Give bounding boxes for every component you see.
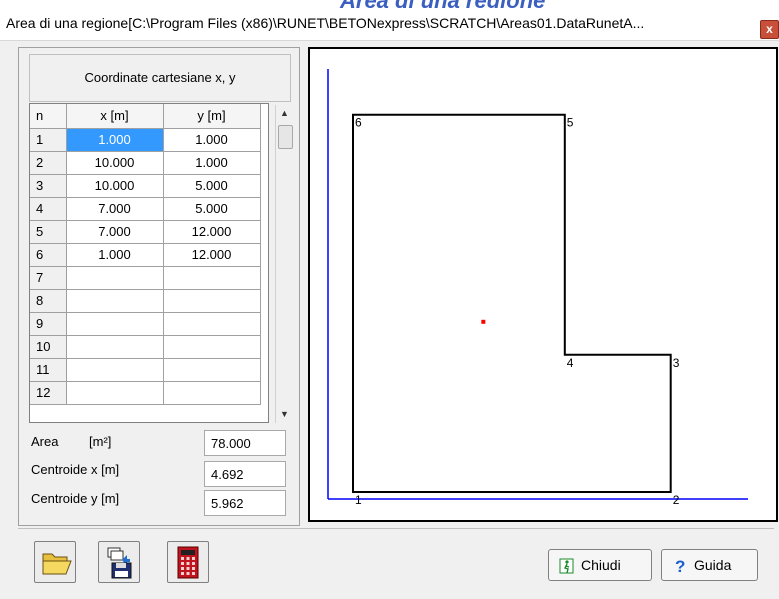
y-cell[interactable] — [163, 335, 261, 359]
title-bar: Area di una regione[C:\Program Files (x8… — [0, 8, 779, 41]
region-plot: 1 2 3 4 5 6 — [327, 69, 748, 507]
y-cell[interactable] — [163, 266, 261, 290]
table-row[interactable]: 11 — [30, 358, 261, 382]
x-cell[interactable]: 10.000 — [66, 151, 164, 175]
row-number-cell: 3 — [30, 174, 67, 198]
row-number-cell: 10 — [30, 335, 67, 359]
region-polygon — [352, 113, 672, 493]
table-row[interactable]: 6 1.000 12.000 — [30, 243, 261, 267]
table-row[interactable]: 8 — [30, 289, 261, 313]
column-header-n: n — [30, 104, 67, 129]
y-cell[interactable]: 1.000 — [163, 128, 261, 152]
folder-open-icon — [42, 553, 72, 575]
x-cell[interactable] — [66, 289, 164, 313]
help-button-label: Guida — [694, 557, 732, 573]
row-number-cell: 6 — [30, 243, 67, 267]
vertex-label: 6 — [355, 116, 362, 130]
x-cell[interactable] — [66, 381, 164, 405]
area-value-field: 78.000 — [204, 430, 286, 456]
save-file-button[interactable] — [98, 541, 140, 583]
vertex-label: 5 — [567, 116, 574, 130]
centroid-y-value-field: 5.962 — [204, 490, 286, 516]
table-row[interactable]: 1 1.000 1.000 — [30, 128, 261, 152]
bottom-toolbar: Chiudi ? Guida — [18, 528, 774, 591]
vertex-label: 3 — [673, 356, 680, 370]
table-row[interactable]: 4 7.000 5.000 — [30, 197, 261, 221]
x-cell[interactable]: 7.000 — [66, 220, 164, 244]
centroid-x-value-field: 4.692 — [204, 461, 286, 487]
y-cell[interactable] — [163, 381, 261, 405]
close-button-label: Chiudi — [581, 557, 621, 573]
exit-door-icon — [559, 558, 574, 574]
table-row[interactable]: 2 10.000 1.000 — [30, 151, 261, 175]
table-row[interactable]: 12 — [30, 381, 261, 405]
close-button[interactable]: Chiudi — [548, 549, 652, 581]
row-number-cell: 2 — [30, 151, 67, 175]
x-cell[interactable] — [66, 266, 164, 290]
open-file-button[interactable] — [34, 541, 76, 583]
y-cell[interactable] — [163, 289, 261, 313]
vertex-label: 4 — [567, 356, 574, 370]
close-window-button[interactable]: x — [760, 20, 779, 39]
table-row[interactable]: 7 — [30, 266, 261, 290]
centroid-marker — [481, 319, 486, 324]
x-cell[interactable]: 1.000 — [66, 243, 164, 267]
grid-header-row: n x [m] y [m] — [30, 104, 261, 129]
coordinates-grid[interactable]: n x [m] y [m] 1 1.000 1.000 2 10.000 1.000 3 10… — [29, 103, 269, 423]
table-row[interactable]: 3 10.000 5.000 — [30, 174, 261, 198]
vertex-label: 1 — [355, 493, 362, 507]
y-cell[interactable]: 12.000 — [163, 220, 261, 244]
scroll-thumb[interactable] — [278, 125, 293, 149]
calculator-icon — [177, 546, 199, 579]
save-disk-icon — [107, 547, 132, 579]
y-cell[interactable] — [163, 312, 261, 336]
column-header-y: y [m] — [163, 104, 261, 129]
centroid-y-label: Centroide y [m] — [31, 491, 120, 506]
svg-text:?: ? — [675, 558, 685, 574]
window-title: Area di una regione[C:\Program Files (x8… — [6, 15, 645, 31]
x-cell[interactable] — [66, 312, 164, 336]
y-cell[interactable]: 5.000 — [163, 197, 261, 221]
column-header-x: x [m] — [66, 104, 164, 129]
row-number-cell: 7 — [30, 266, 67, 290]
table-row[interactable]: 9 — [30, 312, 261, 336]
grid-vertical-scrollbar[interactable]: ▲ ▼ — [275, 105, 293, 423]
coordinates-header: Coordinate cartesiane x, y — [29, 54, 291, 102]
calculate-button[interactable] — [167, 541, 209, 583]
centroid-x-label: Centroide x [m] — [31, 462, 120, 477]
x-cell[interactable]: 10.000 — [66, 174, 164, 198]
area-label: Area — [31, 434, 59, 449]
vertex-label: 2 — [673, 493, 680, 507]
y-cell[interactable] — [163, 358, 261, 382]
background-window-title-strip: Area di una regione — [0, 0, 779, 8]
y-cell[interactable]: 12.000 — [163, 243, 261, 267]
table-row[interactable]: 5 7.000 12.000 — [30, 220, 261, 244]
help-question-icon: ? — [675, 558, 685, 574]
scroll-down-arrow-icon[interactable]: ▼ — [276, 406, 293, 423]
x-cell[interactable]: 1.000 — [66, 128, 164, 152]
row-number-cell: 8 — [30, 289, 67, 313]
x-cell[interactable] — [66, 358, 164, 382]
x-cell[interactable] — [66, 335, 164, 359]
y-cell[interactable]: 5.000 — [163, 174, 261, 198]
row-number-cell: 4 — [30, 197, 67, 221]
background-window-title: Area di una regione — [340, 0, 545, 8]
row-number-cell: 9 — [30, 312, 67, 336]
row-number-cell: 11 — [30, 358, 67, 382]
row-number-cell: 12 — [30, 381, 67, 405]
scroll-up-arrow-icon[interactable]: ▲ — [276, 105, 293, 122]
coordinates-panel: Coordinate cartesiane x, y n x [m] y [m]… — [18, 47, 300, 526]
y-cell[interactable]: 1.000 — [163, 151, 261, 175]
area-unit: [m²] — [89, 434, 112, 449]
region-plot-panel: 1 2 3 4 5 6 — [308, 47, 778, 522]
table-row[interactable]: 10 — [30, 335, 261, 359]
help-button[interactable]: ? Guida — [661, 549, 758, 581]
x-cell[interactable]: 7.000 — [66, 197, 164, 221]
row-number-cell: 1 — [30, 128, 67, 152]
row-number-cell: 5 — [30, 220, 67, 244]
